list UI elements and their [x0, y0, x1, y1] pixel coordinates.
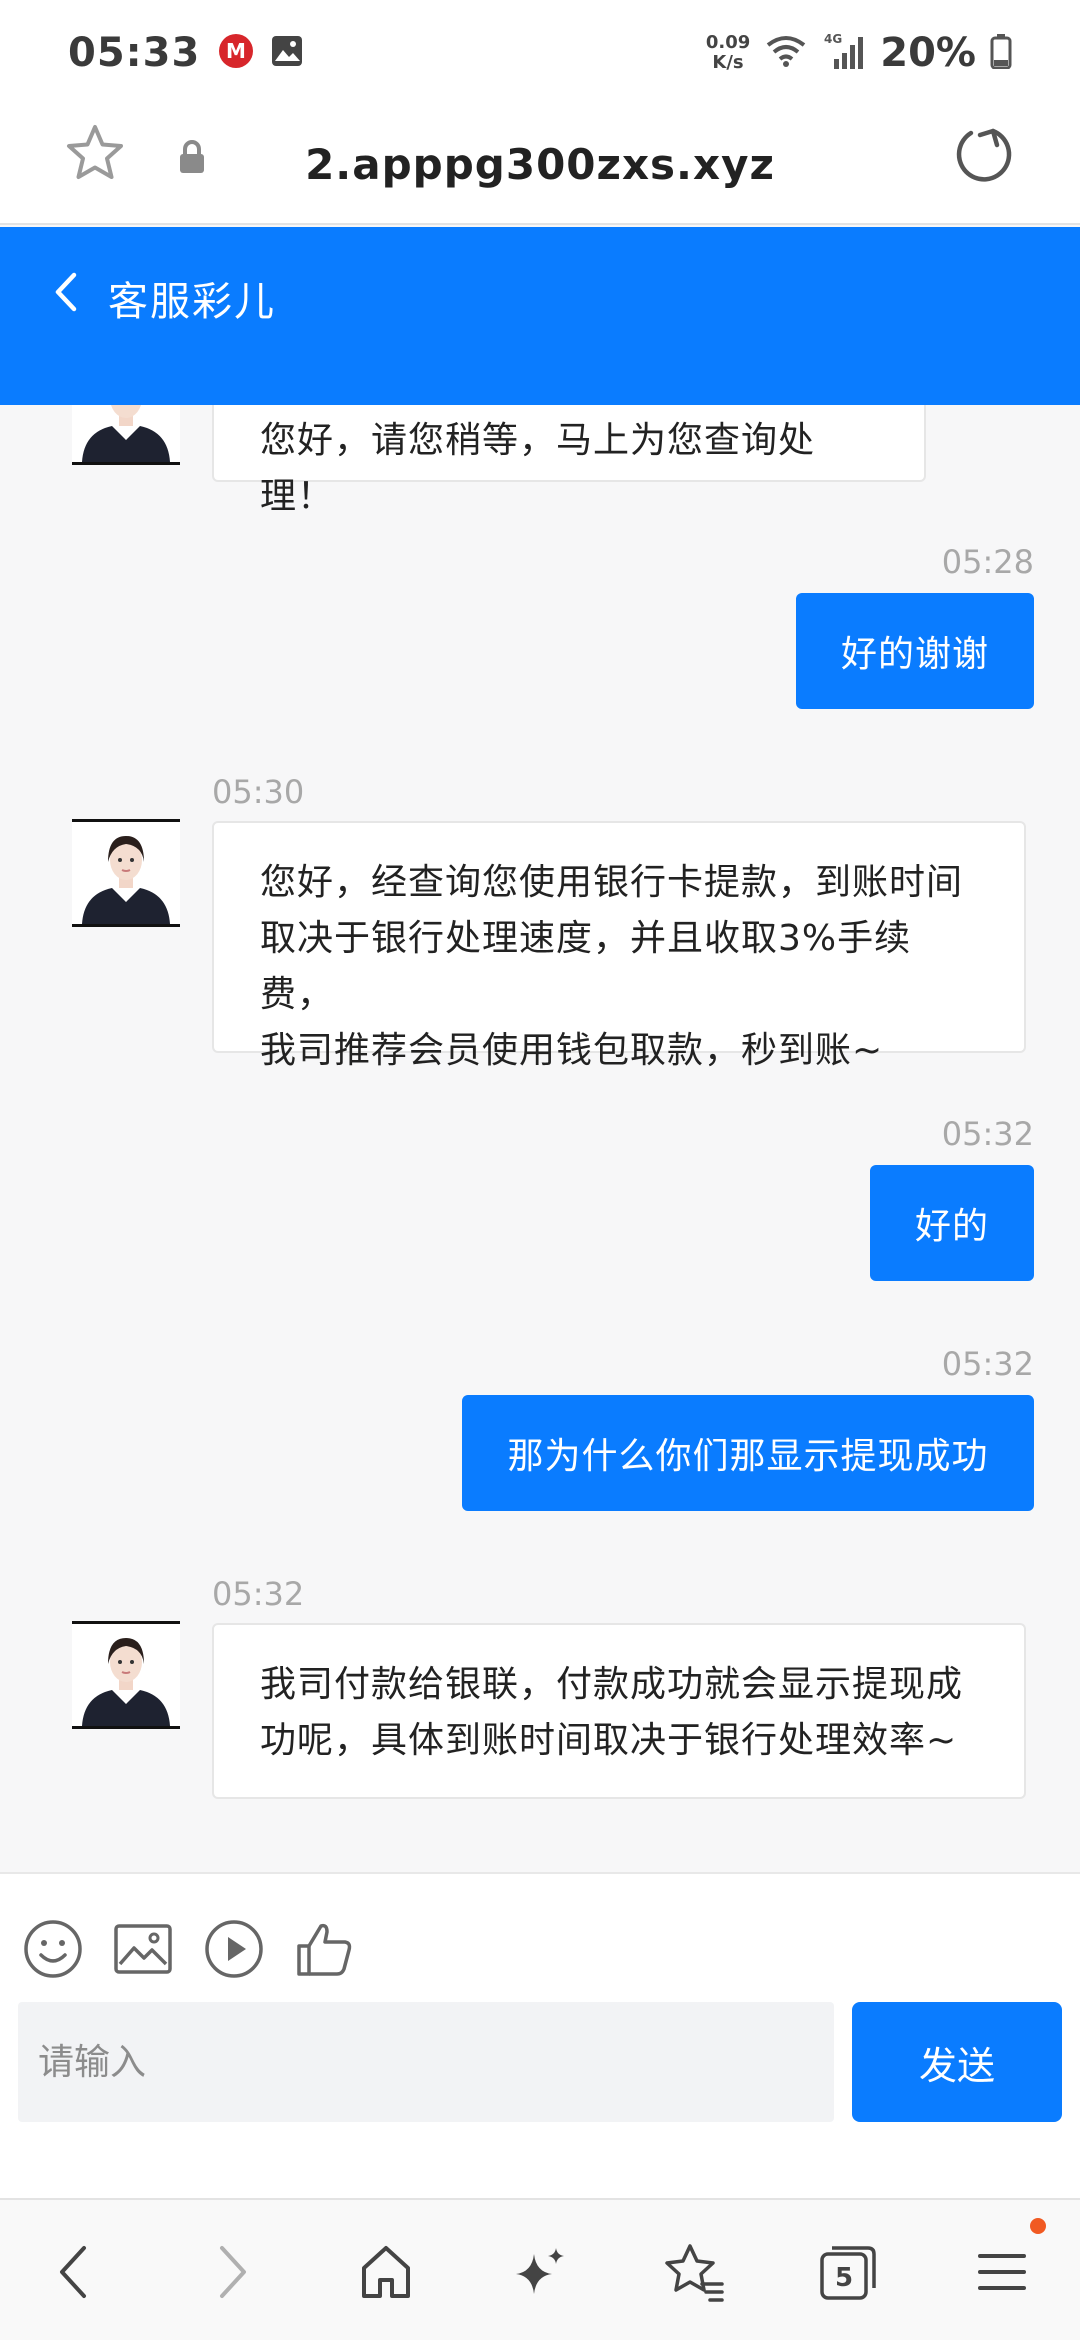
status-time: 05:33	[68, 29, 201, 76]
reload-icon[interactable]	[953, 123, 1015, 189]
url-text[interactable]: 2.apppg300zxs.xyz	[0, 140, 1080, 189]
agent-avatar	[72, 405, 180, 465]
message-line: 我司推荐会员使用钱包取款，秒到账~	[260, 1030, 884, 1071]
message-text: 您好，请您稍等，马上为您查询处理！	[260, 420, 816, 517]
svg-text:4G: 4G	[824, 32, 842, 46]
agent-avatar	[72, 1621, 180, 1729]
battery-percent: 20%	[880, 29, 976, 76]
message-line: 取决于银行处理速度，并且收取3%手续费，	[260, 918, 912, 1015]
video-play-icon[interactable]	[203, 1918, 265, 1984]
sparkle-ai-icon[interactable]	[500, 2232, 580, 2312]
back-chevron-icon[interactable]	[46, 267, 86, 321]
cellular-signal-icon: 4G	[822, 31, 866, 75]
message-text: 好的	[914, 1206, 989, 1247]
message-line: 功呢，具体到账时间取决于银行处理效率~	[260, 1720, 958, 1761]
message-timestamp: 05:32	[212, 1575, 305, 1613]
outgoing-message: 好的谢谢	[796, 593, 1034, 709]
emoji-icon[interactable]	[22, 1918, 84, 1984]
forward-arrow-icon[interactable]	[192, 2232, 272, 2312]
tabs-count: 5	[835, 2263, 853, 2293]
chat-message-list[interactable]: 您好，请您稍等，马上为您查询处理！ 05:28 好的谢谢 05:30 您好，经查…	[0, 405, 1080, 1872]
svg-text:M: M	[226, 39, 246, 63]
chat-header: 客服彩儿	[0, 227, 1080, 405]
menu-notification-dot	[1030, 2218, 1046, 2234]
bank-app-icon: M	[218, 33, 254, 73]
message-timestamp: 05:28	[941, 543, 1034, 581]
message-timestamp: 05:30	[212, 773, 305, 811]
message-timestamp: 05:32	[941, 1345, 1034, 1383]
incoming-message: 我司付款给银联，付款成功就会显示提现成 功呢，具体到账时间取决于银行处理效率~	[212, 1623, 1026, 1799]
composer: 发送	[0, 1872, 1080, 2198]
browser-bottom-nav: 5	[0, 2198, 1080, 2340]
message-text: 那为什么你们那显示提现成功	[507, 1436, 989, 1477]
gallery-icon	[270, 34, 304, 72]
notification-icons: M	[218, 33, 304, 73]
message-line: 您好，经查询您使用银行卡提款，到账时间	[260, 862, 964, 903]
message-input[interactable]	[18, 2002, 834, 2122]
net-speed: 0.09 K/s	[705, 31, 751, 73]
wifi-icon	[764, 33, 808, 73]
message-text: 好的谢谢	[840, 634, 989, 675]
image-icon[interactable]	[112, 1918, 174, 1984]
message-timestamp: 05:32	[941, 1115, 1034, 1153]
incoming-message: 您好，请您稍等，马上为您查询处理！	[212, 405, 926, 517]
browser-url-bar: 2.apppg300zxs.xyz	[0, 105, 1080, 225]
outgoing-message: 好的	[870, 1165, 1034, 1281]
outgoing-message: 那为什么你们那显示提现成功	[462, 1395, 1034, 1511]
tabs-icon[interactable]: 5	[808, 2232, 888, 2312]
status-bar: 05:33 M 0.09 K/s 4G 20%	[0, 0, 1080, 105]
back-arrow-icon[interactable]	[34, 2232, 114, 2312]
incoming-message: 您好，经查询您使用银行卡提款，到账时间 取决于银行处理速度，并且收取3%手续费，…	[212, 821, 1026, 1071]
battery-icon	[990, 33, 1012, 73]
send-button[interactable]: 发送	[852, 2002, 1062, 2122]
bookmarks-star-icon[interactable]	[654, 2232, 734, 2312]
home-icon[interactable]	[346, 2232, 426, 2312]
agent-avatar	[72, 819, 180, 927]
thumbs-up-icon[interactable]	[293, 1918, 355, 1984]
chat-title: 客服彩儿	[108, 279, 276, 325]
message-line: 我司付款给银联，付款成功就会显示提现成	[260, 1664, 964, 1705]
menu-icon[interactable]	[962, 2232, 1042, 2312]
